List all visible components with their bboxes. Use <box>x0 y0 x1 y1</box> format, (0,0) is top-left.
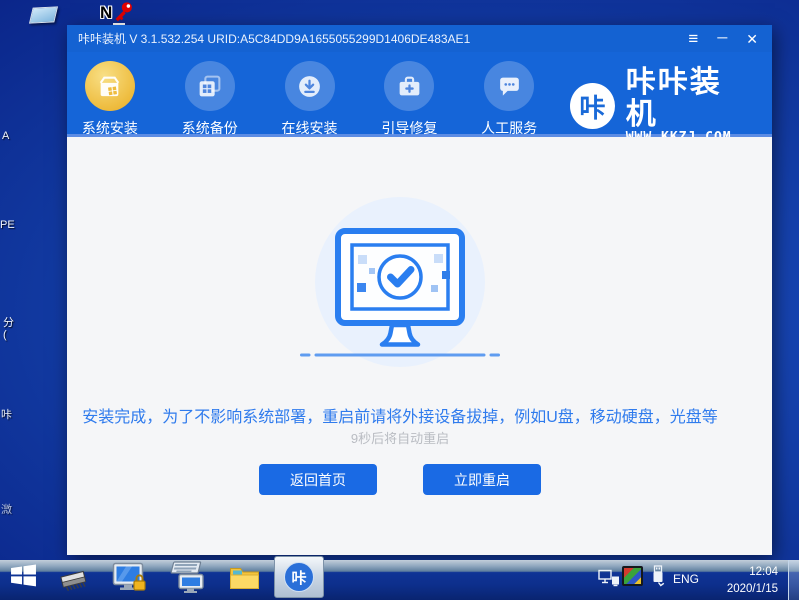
menu-button[interactable]: ≡ <box>688 30 698 47</box>
backup-icon <box>185 61 235 111</box>
password-key-icon-letter: N <box>100 3 112 23</box>
remote-lock-taskbar-icon[interactable] <box>112 562 147 598</box>
clock-time: 12:04 <box>700 564 778 581</box>
usb-device-tray-icon[interactable] <box>651 565 665 592</box>
desktop-icon-label-fragment[interactable]: 分 <box>3 314 14 330</box>
nav-item-label: 在线安装 <box>282 118 338 138</box>
brand-logo: 咔 咔咔装机 WWW.KKZJ.COM <box>570 67 750 145</box>
window-titlebar: 咔咔装机 V 3.1.532.254 URID:A5C84DD9A1655055… <box>67 25 772 52</box>
file-explorer-taskbar-icon[interactable] <box>229 563 260 597</box>
restart-now-button[interactable]: 立即重启 <box>423 464 541 495</box>
close-button[interactable]: ✕ <box>746 32 758 46</box>
laptop-desktop-icon[interactable] <box>29 6 58 23</box>
install-box-icon <box>85 61 135 111</box>
nav-item-label: 引导修复 <box>381 118 437 138</box>
nav-item-label: 人工服务 <box>481 118 537 138</box>
desktop-icon-label-fragment[interactable]: PE <box>0 219 15 231</box>
clock-date: 2020/1/15 <box>700 581 778 598</box>
nav-bar: 系统安装 系统备份 <box>67 52 772 137</box>
clock[interactable]: 12:04 2020/1/15 <box>700 564 778 597</box>
computer-keyboard-taskbar-icon[interactable] <box>168 561 206 598</box>
desktop-icon-label-fragment[interactable]: ( <box>3 329 7 341</box>
window-title: 咔咔装机 V 3.1.532.254 URID:A5C84DD9A1655055… <box>78 30 470 47</box>
nav-item-label: 系统备份 <box>182 118 238 138</box>
nav-item-system-backup[interactable]: 系统备份 <box>171 61 249 138</box>
desktop-icon-label-fragment[interactable]: A <box>2 130 9 142</box>
chat-service-icon <box>484 61 534 111</box>
auto-restart-countdown: 9秒后将自动重启 <box>67 428 733 447</box>
completion-message: 安装完成，为了不影响系统部署，重启前请将外接设备拔掉，例如U盘，移动硬盘，光盘等 <box>67 403 733 427</box>
nav-item-system-install[interactable]: 系统安装 <box>71 61 149 138</box>
online-download-icon <box>285 61 335 111</box>
language-indicator[interactable]: ENG <box>673 572 699 586</box>
action-buttons: 返回首页 立即重启 <box>67 464 733 495</box>
return-home-button[interactable]: 返回首页 <box>259 464 377 495</box>
desktop-icon-label-fragment[interactable]: 溦 <box>1 501 12 517</box>
desktop-icon-label-fragment[interactable]: 咔 <box>1 406 12 422</box>
memory-chip-taskbar-icon[interactable] <box>58 568 90 597</box>
nav-item-online-install[interactable]: 在线安装 <box>271 61 349 138</box>
kaka-logo-icon: 咔 <box>570 83 615 129</box>
network-tray-icon[interactable] <box>598 569 620 592</box>
brand-name: 咔咔装机 <box>626 67 750 130</box>
password-key-desktop-icon[interactable]: N <box>100 1 138 25</box>
kaka-installer-taskbar-button[interactable]: 咔 <box>274 556 324 598</box>
show-desktop-button[interactable] <box>788 560 799 600</box>
kaka-taskbar-logo-icon: 咔 <box>284 562 314 592</box>
nav-item-manual-service[interactable]: 人工服务 <box>470 61 548 138</box>
nav-item-boot-repair[interactable]: 引导修复 <box>370 61 448 138</box>
taskbar: 咔 ENG 12:04 2020/1/15 <box>0 560 799 600</box>
content-area: 安装完成，为了不影响系统部署，重启前请将外接设备拔掉，例如U盘，移动硬盘，光盘等… <box>67 137 772 552</box>
monitor-check-illustration <box>300 224 500 374</box>
window-controls: ≡ ─ ✕ <box>688 30 758 47</box>
brand-text: 咔咔装机 WWW.KKZJ.COM <box>626 67 750 145</box>
kaka-installer-window: 咔咔装机 V 3.1.532.254 URID:A5C84DD9A1655055… <box>67 25 772 555</box>
nav-item-label: 系统安装 <box>82 118 138 138</box>
start-button[interactable] <box>10 563 37 588</box>
desktop: N A PE 分 ( 咔 溦 咔咔装机 V 3.1.532.254 URID:A… <box>0 0 799 600</box>
minimize-button[interactable]: ─ <box>717 30 727 44</box>
display-color-tray-icon[interactable] <box>622 566 643 586</box>
red-key-icon <box>112 1 134 23</box>
toolbox-repair-icon <box>384 61 434 111</box>
